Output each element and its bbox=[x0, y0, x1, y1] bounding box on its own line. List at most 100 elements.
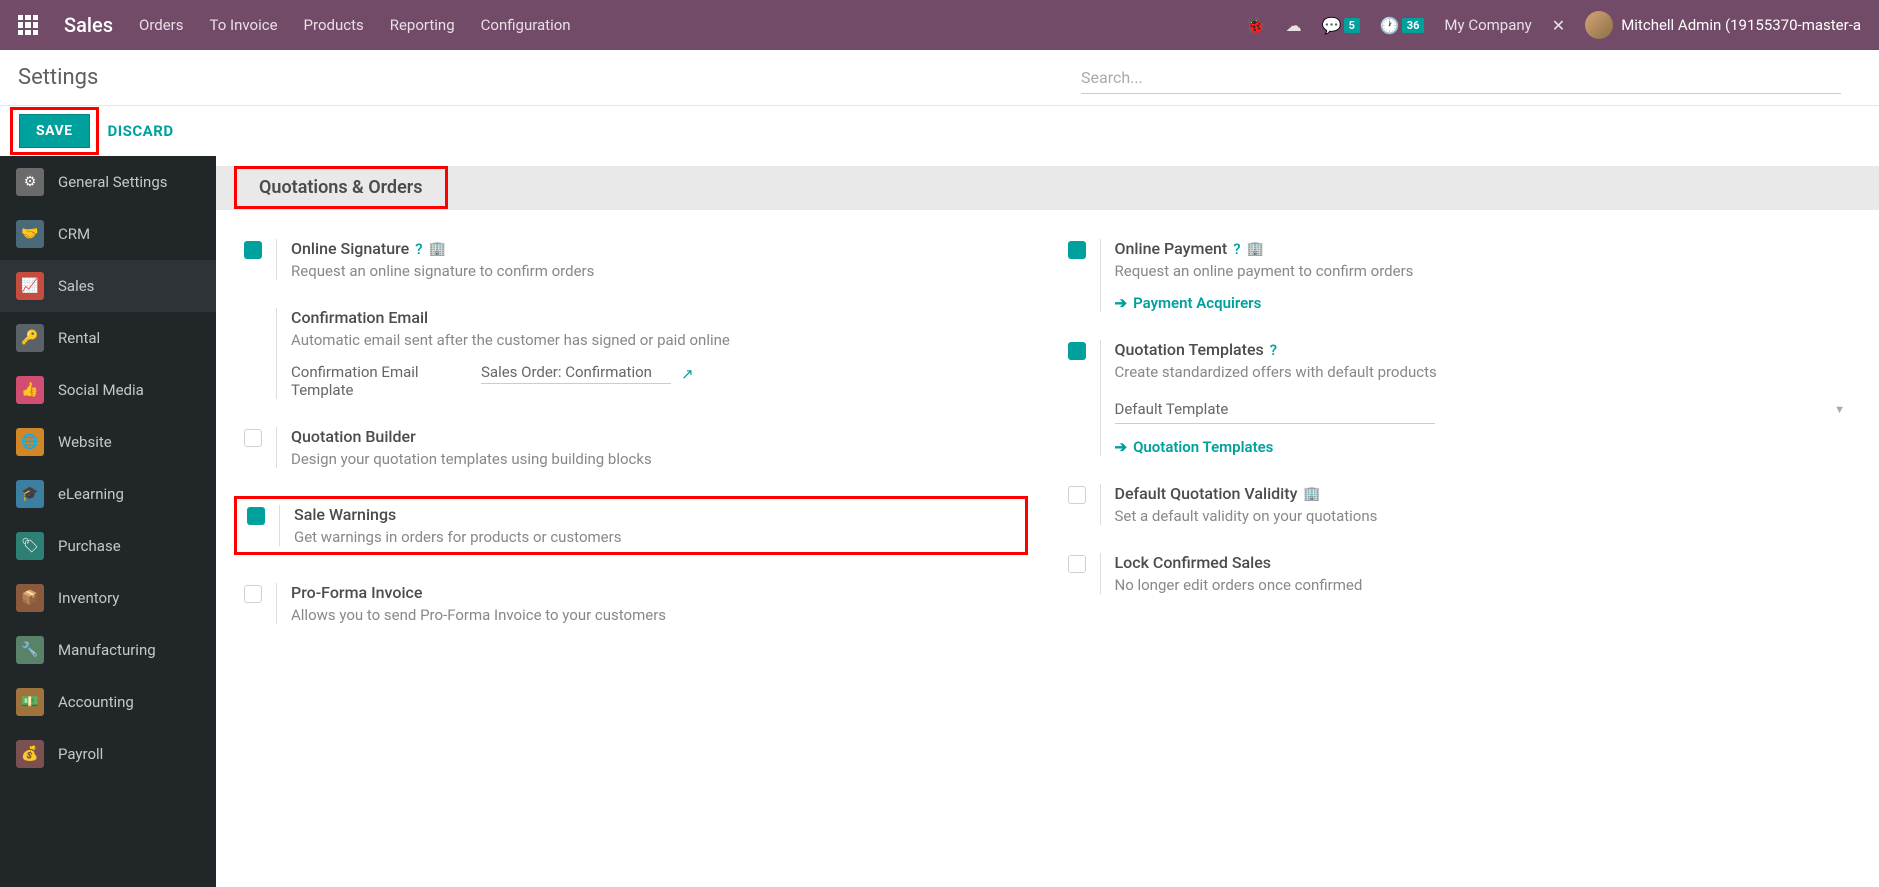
setting-desc: No longer edit orders once confirmed bbox=[1115, 576, 1852, 594]
setting-desc: Automatic email sent after the customer … bbox=[291, 331, 1028, 349]
setting-online-signature: Online Signature?🏢 Request an online sig… bbox=[244, 239, 1028, 280]
sidebar-website[interactable]: 🌐 Website bbox=[0, 416, 216, 468]
chevron-down-icon: ▼ bbox=[1834, 403, 1845, 416]
top-navbar: Sales Orders To Invoice Products Reporti… bbox=[0, 0, 1879, 50]
globe-icon: 🌐 bbox=[16, 428, 44, 456]
quotation-templates-link[interactable]: ➔Quotation Templates bbox=[1115, 438, 1852, 456]
action-bar: SAVE DISCARD bbox=[0, 106, 1879, 156]
sidebar-label: Sales bbox=[58, 277, 94, 295]
user-name: Mitchell Admin (19155370-master-a bbox=[1621, 16, 1861, 34]
rental-icon: 🔑 bbox=[16, 324, 44, 352]
wrench-icon: 🔧 bbox=[16, 636, 44, 664]
activities-icon[interactable]: 🕐36 bbox=[1380, 16, 1425, 35]
setting-online-payment: Online Payment? 🏢 Request an online payme… bbox=[1068, 239, 1852, 312]
page-title: Settings bbox=[18, 65, 98, 90]
nav-to-invoice[interactable]: To Invoice bbox=[210, 16, 278, 34]
discard-button[interactable]: DISCARD bbox=[96, 114, 186, 148]
box-icon: 📦 bbox=[16, 584, 44, 612]
section-title: Quotations & Orders bbox=[237, 169, 445, 206]
sidebar-label: Website bbox=[58, 433, 112, 451]
tools-icon[interactable]: ✕ bbox=[1552, 16, 1565, 35]
external-link-icon[interactable]: ↗ bbox=[681, 365, 694, 383]
setting-sale-warnings: Sale Warnings Get warnings in orders for… bbox=[237, 505, 1017, 546]
help-icon[interactable]: ? bbox=[1270, 341, 1277, 359]
sidebar-purchase[interactable]: 🏷Purchase bbox=[0, 520, 216, 572]
section-title-highlight: Quotations & Orders bbox=[234, 166, 448, 209]
building-icon: 🏢 bbox=[1247, 241, 1264, 257]
settings-sidebar: ⚙General Settings 🤝 CRM 📈Sales 🔑 Rental 👍 S… bbox=[0, 156, 216, 887]
handshake-icon: 🤝 bbox=[16, 220, 44, 248]
thumb-icon: 👍 bbox=[16, 376, 44, 404]
checkbox-quotation-builder[interactable] bbox=[244, 429, 262, 447]
setting-quotation-templates: Quotation Templates? Create standardized… bbox=[1068, 340, 1852, 456]
setting-title: Quotation Templates bbox=[1115, 340, 1264, 359]
sidebar-label: Inventory bbox=[58, 589, 119, 607]
book-icon: 🎓 bbox=[16, 480, 44, 508]
checkbox-lock-confirmed[interactable] bbox=[1068, 555, 1086, 573]
search-input[interactable] bbox=[1081, 62, 1841, 94]
sidebar-payroll[interactable]: 💰Payroll bbox=[0, 728, 216, 780]
sidebar-manufacturing[interactable]: 🔧 Manufacturing bbox=[0, 624, 216, 676]
checkbox-proforma[interactable] bbox=[244, 585, 262, 603]
sidebar-label: Payroll bbox=[58, 745, 103, 763]
sidebar-inventory[interactable]: 📦 Inventory bbox=[0, 572, 216, 624]
setting-lock-confirmed: Lock Confirmed Sales No longer edit orde… bbox=[1068, 553, 1852, 594]
apps-icon[interactable] bbox=[18, 15, 38, 35]
setting-title: Online Signature bbox=[291, 239, 409, 258]
nav-products[interactable]: Products bbox=[304, 16, 364, 34]
messages-icon[interactable]: 💬5 bbox=[1322, 16, 1360, 35]
sidebar-general[interactable]: ⚙General Settings bbox=[0, 156, 216, 208]
setting-proforma: Pro-Forma Invoice Allows you to send Pro… bbox=[244, 583, 1028, 624]
sidebar-rental[interactable]: 🔑 Rental bbox=[0, 312, 216, 364]
nav-orders[interactable]: Orders bbox=[139, 16, 184, 34]
user-menu[interactable]: Mitchell Admin (19155370-master-a bbox=[1585, 11, 1861, 39]
setting-title: Online Payment bbox=[1115, 239, 1228, 258]
sidebar-label: Accounting bbox=[58, 693, 134, 711]
activities-badge: 36 bbox=[1402, 18, 1425, 33]
setting-desc: Create standardized offers with default … bbox=[1115, 363, 1852, 381]
help-icon[interactable]: ? bbox=[1233, 240, 1240, 258]
setting-title: Pro-Forma Invoice bbox=[291, 583, 422, 602]
arrow-right-icon: ➔ bbox=[1115, 438, 1128, 456]
payment-acquirers-link[interactable]: ➔Payment Acquirers bbox=[1115, 294, 1852, 312]
checkbox-online-signature[interactable] bbox=[244, 241, 262, 259]
sidebar-sales[interactable]: 📈Sales bbox=[0, 260, 216, 312]
sidebar-social[interactable]: 👍 Social Media bbox=[0, 364, 216, 416]
sidebar-label: CRM bbox=[58, 225, 90, 243]
building-icon: 🏢 bbox=[429, 241, 446, 257]
gear-icon: ⚙ bbox=[16, 168, 44, 196]
checkbox-online-payment[interactable] bbox=[1068, 241, 1086, 259]
arrow-right-icon: ➔ bbox=[1115, 294, 1128, 312]
setting-desc: Set a default validity on your quotation… bbox=[1115, 507, 1852, 525]
subheader: Settings bbox=[0, 50, 1879, 106]
checkbox-sale-warnings[interactable] bbox=[247, 507, 265, 525]
sidebar-label: Social Media bbox=[58, 381, 144, 399]
sidebar-accounting[interactable]: 💵Accounting bbox=[0, 676, 216, 728]
nav-configuration[interactable]: Configuration bbox=[481, 16, 571, 34]
setting-title: Lock Confirmed Sales bbox=[1115, 553, 1272, 572]
setting-title: Default Quotation Validity bbox=[1115, 484, 1298, 503]
sidebar-elearning[interactable]: 🎓 eLearning bbox=[0, 468, 216, 520]
setting-default-validity: Default Quotation Validity 🏢 Set a defaul… bbox=[1068, 484, 1852, 525]
sidebar-label: Manufacturing bbox=[58, 641, 156, 659]
setting-desc: Design your quotation templates using bu… bbox=[291, 450, 1028, 468]
company-switcher[interactable]: My Company bbox=[1444, 16, 1531, 34]
help-icon[interactable]: ? bbox=[415, 240, 422, 258]
building-icon: 🏢 bbox=[1303, 486, 1320, 502]
support-icon[interactable]: ☁ bbox=[1286, 16, 1302, 35]
sidebar-crm[interactable]: 🤝 CRM bbox=[0, 208, 216, 260]
checkbox-quotation-templates[interactable] bbox=[1068, 342, 1086, 360]
setting-title: Sale Warnings bbox=[294, 505, 396, 524]
checkbox-default-validity[interactable] bbox=[1068, 486, 1086, 504]
sidebar-label: Rental bbox=[58, 329, 100, 347]
sidebar-label: eLearning bbox=[58, 485, 124, 503]
save-button[interactable]: SAVE bbox=[19, 114, 90, 148]
setting-desc: Request an online payment to confirm ord… bbox=[1115, 262, 1852, 280]
app-title[interactable]: Sales bbox=[64, 13, 113, 37]
tag-icon: 🏷 bbox=[16, 532, 44, 560]
bug-icon[interactable]: 🐞 bbox=[1246, 16, 1266, 35]
email-template-field[interactable]: Sales Order: Confirmation bbox=[481, 363, 671, 384]
nav-reporting[interactable]: Reporting bbox=[390, 16, 455, 34]
setting-quotation-builder: Quotation Builder Design your quotation … bbox=[244, 427, 1028, 468]
default-template-select[interactable]: Default Template bbox=[1115, 395, 1435, 424]
